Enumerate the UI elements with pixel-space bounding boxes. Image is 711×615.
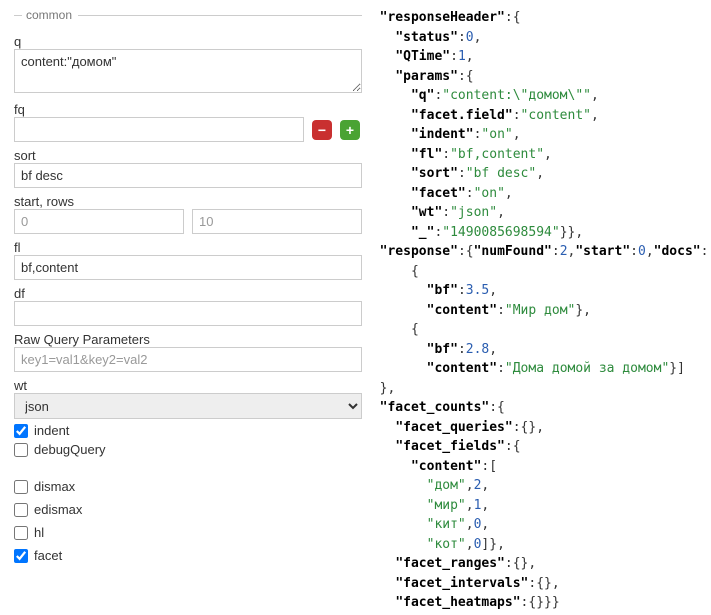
checkbox-hl[interactable] [14, 526, 28, 540]
label-raw: Raw Query Parameters [14, 332, 362, 347]
legend-common: common [22, 8, 78, 22]
label-facet: facet [34, 548, 62, 563]
response-panel: "responseHeader":{ "status":0, "QTime":1… [360, 0, 711, 615]
label-indent: indent [34, 423, 69, 438]
label-fq: fq [14, 102, 362, 117]
label-sort: sort [14, 148, 362, 163]
checkbox-edismax[interactable] [14, 503, 28, 517]
label-wt: wt [14, 378, 362, 393]
common-fieldset: common q fq − + sort start, rows fl df R… [14, 8, 362, 457]
label-fl: fl [14, 240, 362, 255]
checkbox-indent[interactable] [14, 424, 28, 438]
input-raw[interactable] [14, 347, 362, 372]
input-q[interactable] [14, 49, 362, 93]
input-df[interactable] [14, 301, 362, 326]
label-startrows: start, rows [14, 194, 362, 209]
remove-fq-button[interactable]: − [312, 120, 332, 140]
form-panel: common q fq − + sort start, rows fl df R… [0, 0, 360, 615]
label-edismax: edismax [34, 502, 82, 517]
checkbox-debugquery[interactable] [14, 443, 28, 457]
checkbox-facet[interactable] [14, 549, 28, 563]
input-rows[interactable] [192, 209, 362, 234]
select-wt[interactable]: json [14, 393, 362, 419]
input-sort[interactable] [14, 163, 362, 188]
input-start[interactable] [14, 209, 184, 234]
label-debugquery: debugQuery [34, 442, 106, 457]
label-hl: hl [34, 525, 44, 540]
input-fq[interactable] [14, 117, 304, 142]
add-fq-button[interactable]: + [340, 120, 360, 140]
label-df: df [14, 286, 362, 301]
checkbox-dismax[interactable] [14, 480, 28, 494]
label-dismax: dismax [34, 479, 75, 494]
label-q: q [14, 34, 362, 49]
input-fl[interactable] [14, 255, 362, 280]
